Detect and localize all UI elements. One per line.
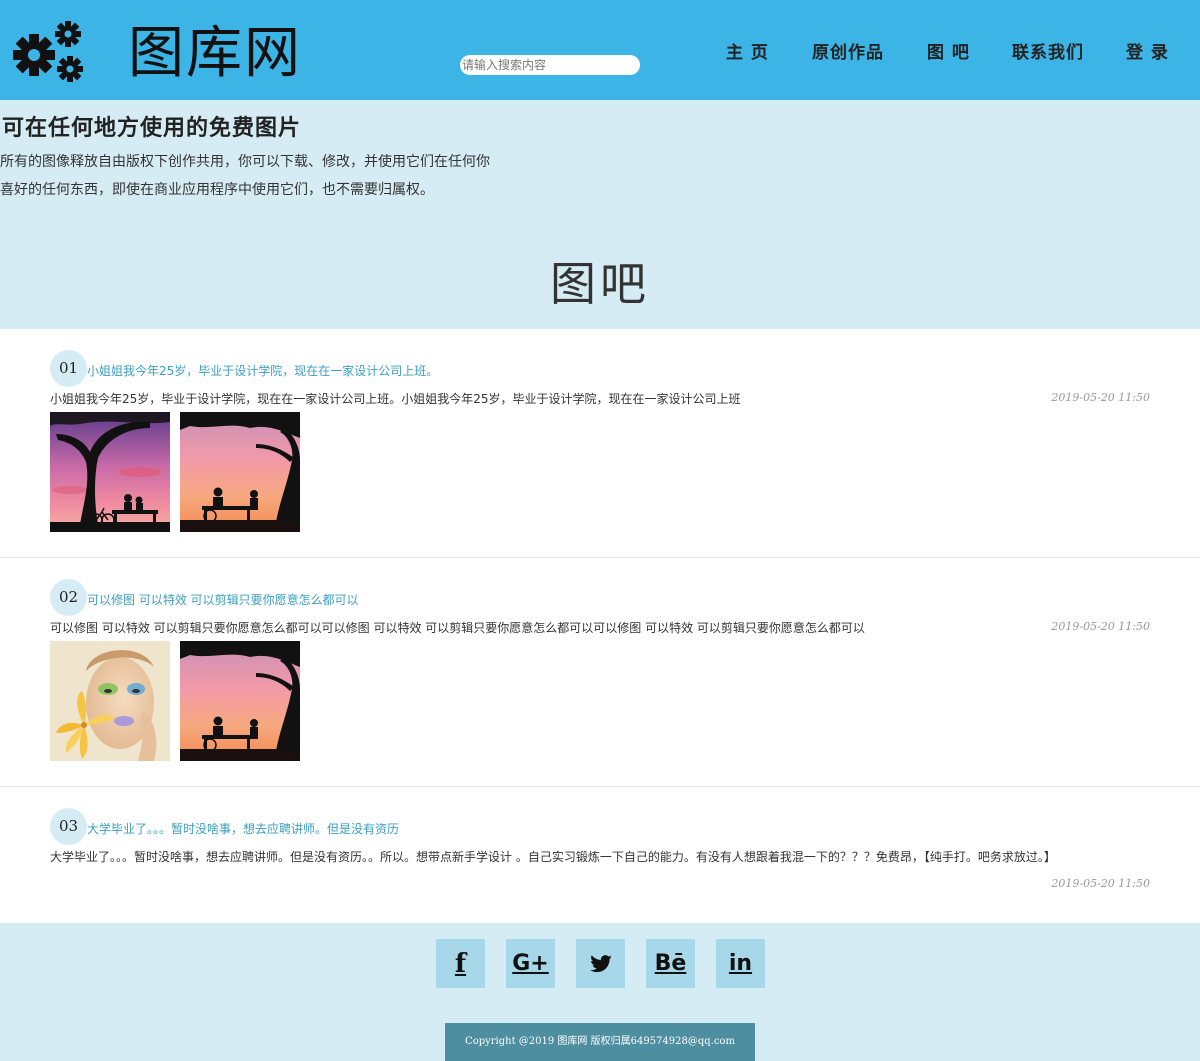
nav-original-works[interactable]: 原创作品 (812, 38, 884, 63)
post-item: 01 小姐姐我今年25岁，毕业于设计学院，现在在一家设计公司上班。 小姐姐我今年… (0, 329, 1200, 558)
post-date: 2019-05-20 11:50 (1051, 620, 1150, 633)
post-title-link[interactable]: 可以修图 可以特效 可以剪辑只要你愿意怎么都可以 (87, 591, 359, 608)
post-body: 可以修图 可以特效 可以剪辑只要你愿意怎么都可以可以修图 可以特效 可以剪辑只要… (50, 621, 865, 635)
post-number: 03 (50, 808, 87, 845)
post-image-sunset-couple[interactable] (180, 641, 300, 761)
post-number: 02 (50, 579, 87, 616)
gears-icon[interactable] (12, 17, 86, 85)
site-footer: f G+ Bē in Copyright @2019 图库网 版权归属64957… (0, 923, 1200, 1061)
intro-desc-line: 喜好的任何东西，即使在商业应用程序中使用它们，也不需要归属权。 (0, 182, 434, 198)
post-item: 03 大学毕业了。。。暂时没啥事，想去应聘讲师。但是没有资历 大学毕业了。。。暂… (0, 787, 1200, 923)
post-image-sunset-couple[interactable] (180, 412, 300, 532)
intro-description: 所有的图像释放自由版权下创作共用，你可以下载、修改，并使用它们在任何你 喜好的任… (0, 148, 500, 204)
post-body: 大学毕业了。。。暂时没啥事，想去应聘讲师。但是没有资历。。所以。想带点新手学设计… (50, 850, 1056, 864)
post-number: 01 (50, 350, 87, 387)
google-plus-icon[interactable]: G+ (506, 939, 555, 988)
nav-contact[interactable]: 联系我们 (1012, 38, 1084, 63)
intro-title: 可在任何地方使用的免费图片 (2, 115, 302, 141)
post-title-link[interactable]: 小姐姐我今年25岁，毕业于设计学院，现在在一家设计公司上班。 (87, 362, 438, 379)
nav-tuba[interactable]: 图 吧 (927, 38, 970, 63)
post-title-link[interactable]: 大学毕业了。。。暂时没啥事，想去应聘讲师。但是没有资历 (87, 820, 399, 837)
behance-icon[interactable]: Bē (646, 939, 695, 988)
search-input[interactable] (460, 55, 640, 75)
section-title: 图吧 (550, 257, 650, 311)
post-date: 2019-05-20 11:50 (1051, 877, 1150, 890)
facebook-icon[interactable]: f (436, 939, 485, 988)
nav-home[interactable]: 主 页 (726, 38, 769, 63)
site-header: 图库网 主 页 原创作品 图 吧 联系我们 登 录 (0, 0, 1200, 100)
post-image-woman-flower[interactable] (50, 641, 170, 761)
twitter-icon[interactable] (576, 939, 625, 988)
intro-band: 可在任何地方使用的免费图片 所有的图像释放自由版权下创作共用，你可以下载、修改，… (0, 100, 1200, 329)
linkedin-icon[interactable]: in (716, 939, 765, 988)
twitter-bird-icon (589, 954, 612, 972)
nav-login[interactable]: 登 录 (1126, 38, 1169, 63)
copyright-text: Copyright @2019 图库网 版权归属649574928@qq.com (445, 1023, 755, 1061)
site-logo-text[interactable]: 图库网 (128, 22, 302, 86)
intro-desc-line: 所有的图像释放自由版权下创作共用，你可以下载、修改，并使用它们在任何你 (0, 154, 490, 170)
post-date: 2019-05-20 11:50 (1051, 391, 1150, 404)
post-item: 02 可以修图 可以特效 可以剪辑只要你愿意怎么都可以 可以修图 可以特效 可以… (0, 558, 1200, 787)
post-image-sunset-couple[interactable] (50, 412, 170, 532)
post-body: 小姐姐我今年25岁，毕业于设计学院，现在在一家设计公司上班。小姐姐我今年25岁，… (50, 392, 741, 406)
